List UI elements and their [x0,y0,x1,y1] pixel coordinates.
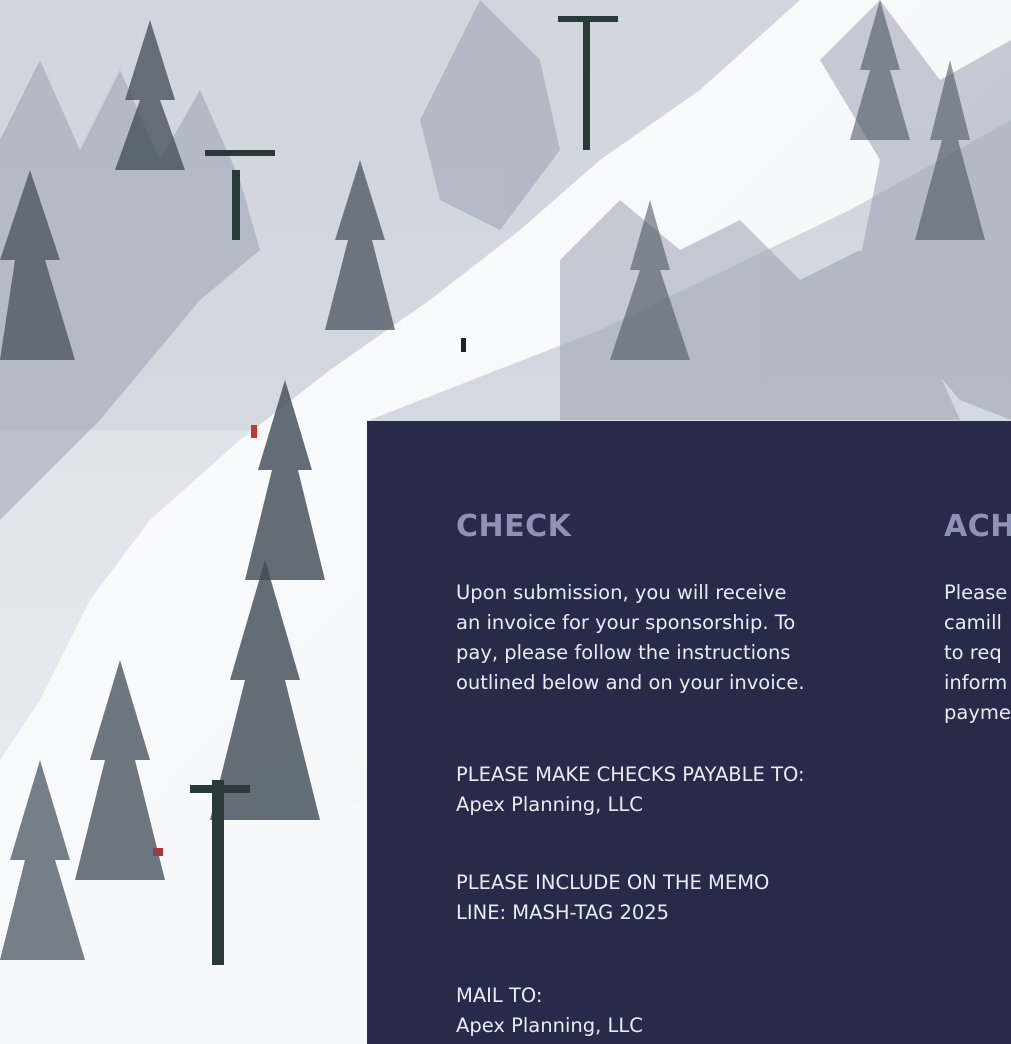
ach-text-line: inform [944,671,1008,694]
ach-text-line: to req [944,641,1002,664]
ach-text-line: camill [944,611,1002,634]
ach-text: Please camill to req inform payme [944,578,1011,728]
check-payable-label: PLEASE MAKE CHECKS PAYABLE TO: [456,763,805,786]
check-intro-line: an invoice for your sponsorship. To [456,611,796,634]
check-mail-label: MAIL TO: [456,984,543,1007]
check-mail-block: MAIL TO: Apex Planning, LLC [456,981,643,1041]
ach-text-line: Please [944,581,1008,604]
check-heading: CHECK [456,509,572,544]
check-memo-line: LINE: MASH-TAG 2025 [456,901,670,924]
ach-text-line: payme [944,701,1011,724]
payment-info-panel: CHECK Upon submission, you will receive … [367,421,1011,1044]
check-payable-block: PLEASE MAKE CHECKS PAYABLE TO: Apex Plan… [456,760,805,820]
check-memo-line: PLEASE INCLUDE ON THE MEMO [456,871,770,894]
check-intro: Upon submission, you will receive an inv… [456,578,805,698]
check-payable-value: Apex Planning, LLC [456,793,643,816]
check-mail-value: Apex Planning, LLC [456,1014,643,1037]
check-memo-block: PLEASE INCLUDE ON THE MEMO LINE: MASH-TA… [456,868,769,928]
check-intro-line: pay, please follow the instructions [456,641,791,664]
check-intro-line: Upon submission, you will receive [456,581,787,604]
check-intro-line: outlined below and on your invoice. [456,671,805,694]
ach-heading: ACH [944,509,1011,544]
